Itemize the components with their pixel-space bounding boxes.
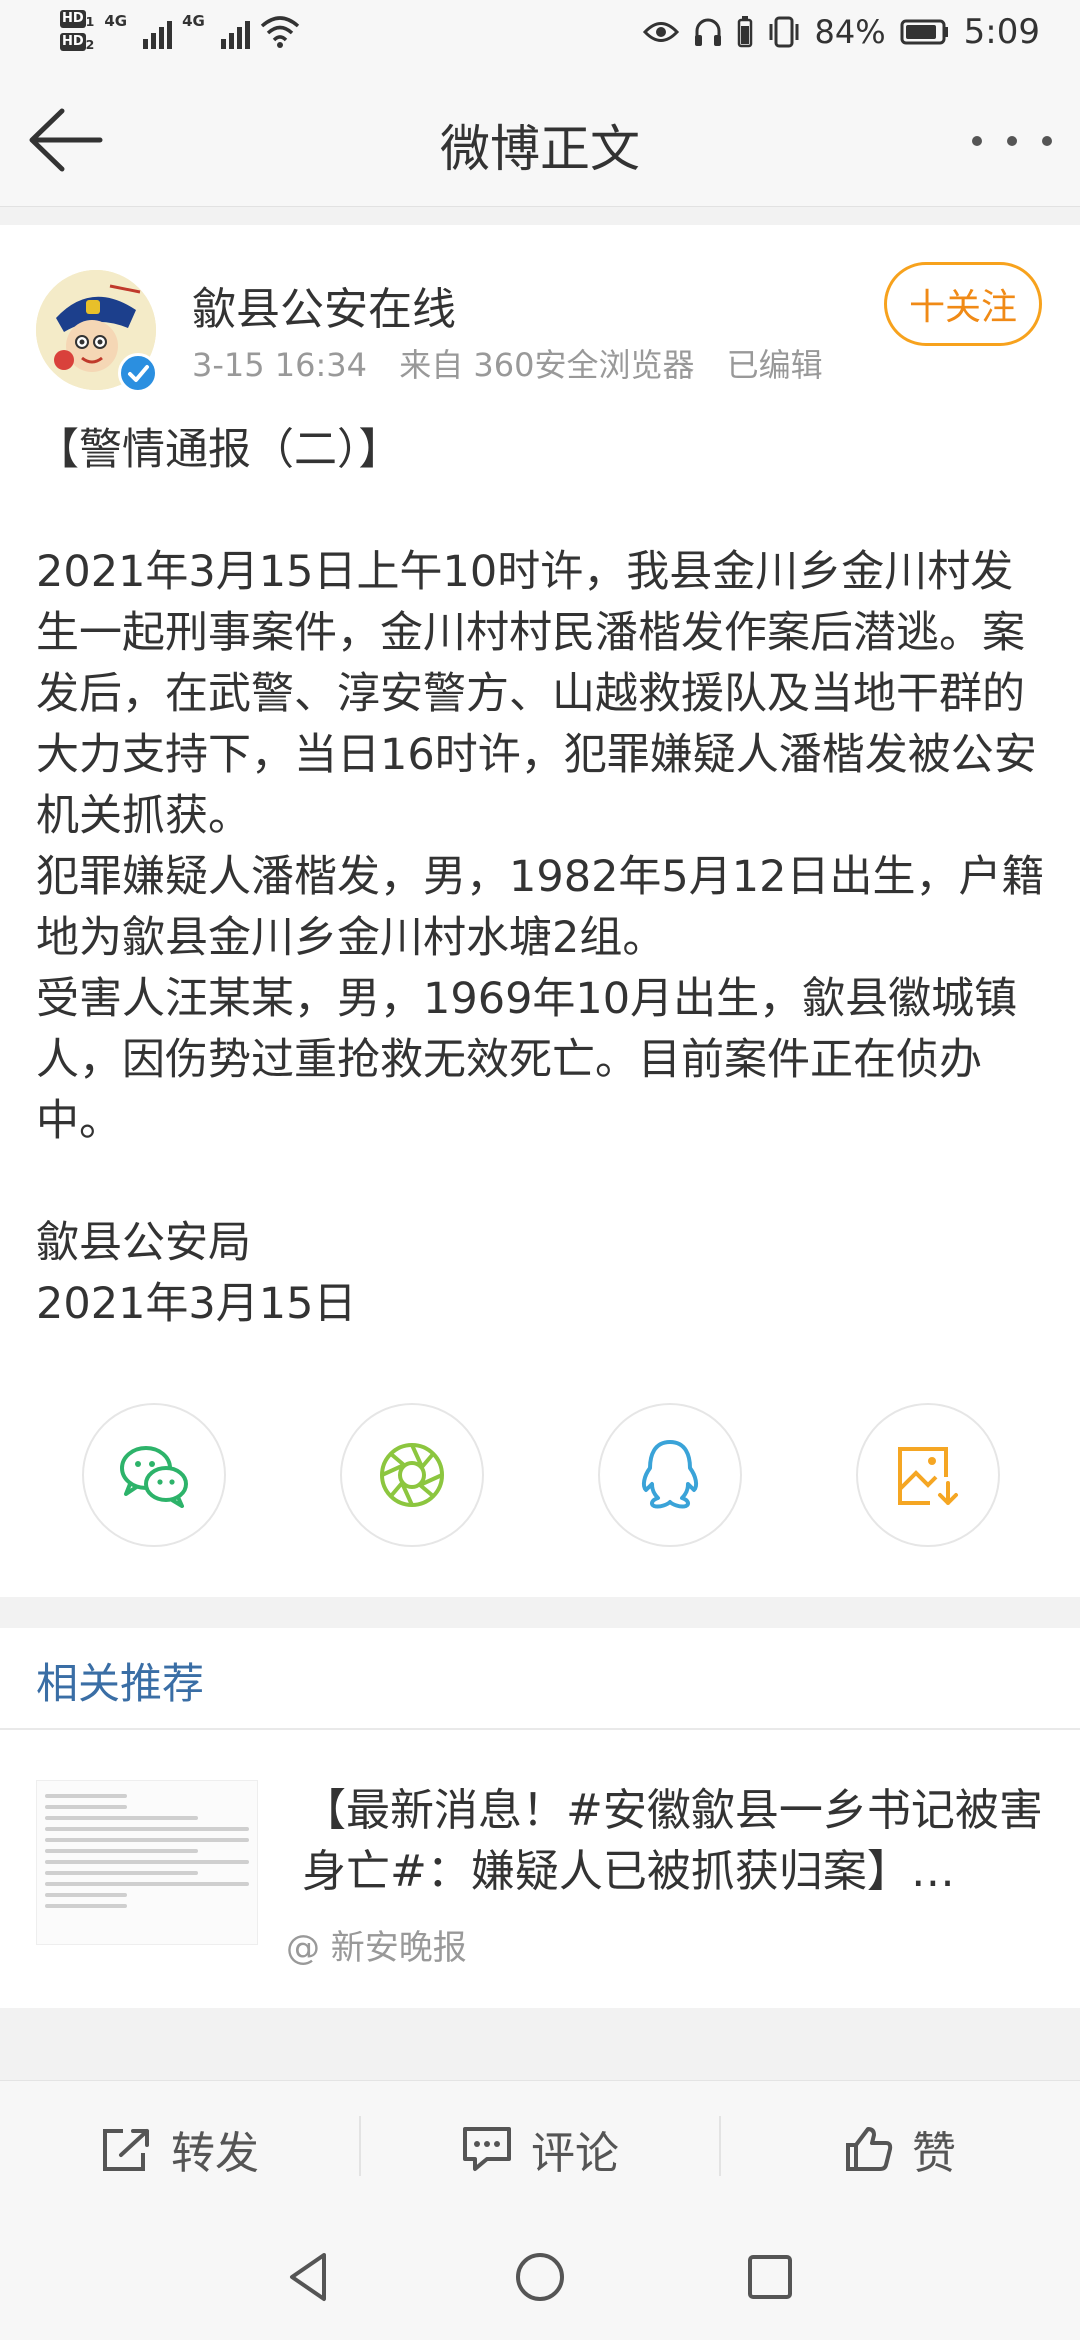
follow-button[interactable]: 十关注 bbox=[884, 262, 1042, 346]
post-paragraph: 2021年3月15日 bbox=[36, 1279, 357, 1329]
network-type-1: 4G bbox=[104, 12, 128, 30]
signal-icon bbox=[143, 13, 173, 49]
related-thumbnail bbox=[36, 1780, 258, 1945]
related-title: 相关推荐 bbox=[36, 1659, 205, 1708]
share-qq-button[interactable] bbox=[598, 1403, 742, 1547]
eye-icon bbox=[642, 22, 679, 42]
battery-percent: 84% bbox=[814, 13, 886, 51]
post-card: 歙县公安在线 3-15 16:34 来自 360安全浏览器 已编辑 十关注 【警… bbox=[0, 225, 1080, 1597]
post-paragraph: 【警情通报（二）】 bbox=[36, 425, 402, 475]
qq-icon bbox=[641, 1440, 699, 1509]
hd1-label: HD bbox=[60, 10, 86, 28]
post-paragraph bbox=[36, 1152, 1056, 1213]
clock: 5:09 bbox=[963, 12, 1040, 52]
status-bar: HD 1 HD 2 4G 4G 84% 5:09 bbox=[0, 0, 1080, 75]
post-paragraph: 歙县公安局 bbox=[36, 1218, 251, 1268]
more-dot-icon bbox=[1042, 136, 1052, 146]
post-meta: 3-15 16:34 来自 360安全浏览器 已编辑 bbox=[192, 340, 845, 386]
battery-icon bbox=[900, 19, 948, 45]
save-image-button[interactable] bbox=[856, 1403, 1000, 1547]
edited-label[interactable]: 已编辑 bbox=[727, 346, 823, 384]
repost-icon bbox=[103, 2128, 149, 2171]
headphones-icon bbox=[694, 18, 721, 46]
nav-back-icon[interactable] bbox=[278, 2245, 342, 2309]
comment-icon bbox=[463, 2126, 511, 2171]
post-time: 3-15 16:34 bbox=[192, 346, 368, 384]
wechat-icon bbox=[120, 1446, 188, 1508]
post-body: 【警情通报（二）】 2021年3月15日上午10时许，我县金川乡金川村发生一起刑… bbox=[36, 420, 1056, 1335]
system-nav-bar bbox=[0, 2215, 1080, 2340]
share-moments-button[interactable] bbox=[340, 1403, 484, 1547]
verified-badge-icon bbox=[118, 353, 158, 393]
related-source[interactable]: @ 新安晚报 bbox=[286, 1920, 467, 1969]
moments-icon bbox=[380, 1443, 444, 1507]
page-title: 微博正文 bbox=[440, 120, 640, 178]
more-dot-icon bbox=[1007, 136, 1017, 146]
hd2-label: HD bbox=[60, 33, 86, 51]
related-headline[interactable]: 【最新消息！#安徽歙县一乡书记被害身亡#：嫌疑人已被抓获归案】… bbox=[302, 1780, 1050, 1902]
thumbs-up-icon bbox=[846, 2126, 893, 2171]
save-image-icon bbox=[898, 1447, 958, 1505]
like-button[interactable]: 赞 bbox=[720, 2081, 1080, 2216]
action-bar: 转发 评论 赞 bbox=[0, 2080, 1080, 2215]
share-row bbox=[0, 1403, 1080, 1553]
post-paragraph bbox=[36, 481, 1056, 542]
signal-icon-2 bbox=[220, 13, 250, 49]
repost-button[interactable]: 转发 bbox=[0, 2081, 360, 2216]
comment-label: 评论 bbox=[531, 2127, 619, 2179]
author-name[interactable]: 歙县公安在线 bbox=[192, 273, 456, 337]
related-section: 相关推荐 【最新消息！#安徽歙县一乡书记被害身亡#：嫌疑人已被抓获归案】… @ … bbox=[0, 1628, 1080, 2008]
battery-small-icon bbox=[737, 16, 752, 48]
nav-home-icon[interactable] bbox=[508, 2245, 572, 2309]
network-type-2: 4G bbox=[182, 12, 205, 30]
post-paragraph: 2021年3月15日上午10时许，我县金川乡金川村发生一起刑事案件，金川村村民潘… bbox=[36, 547, 1037, 841]
share-wechat-button[interactable] bbox=[82, 1403, 226, 1547]
post-source[interactable]: 来自 360安全浏览器 bbox=[399, 346, 694, 384]
post-paragraph: 犯罪嫌疑人潘楷发，男，1982年5月12日出生，户籍地为歙县金川乡金川村水塘2组… bbox=[36, 852, 1045, 963]
comment-button[interactable]: 评论 bbox=[360, 2081, 720, 2216]
post-paragraph: 受害人汪某某，男，1969年10月出生，歙县徽城镇人，因伤势过重抢救无效死亡。目… bbox=[36, 974, 1018, 1146]
hd-indicators: HD 1 HD 2 bbox=[60, 10, 95, 52]
wifi-icon bbox=[260, 16, 300, 48]
related-item[interactable]: 【最新消息！#安徽歙县一乡书记被害身亡#：嫌疑人已被抓获归案】… @ 新安晚报 bbox=[0, 1730, 1080, 2008]
like-label: 赞 bbox=[912, 2127, 956, 2179]
more-dot-icon bbox=[972, 136, 982, 146]
nav-header: 微博正文 bbox=[0, 75, 1080, 207]
status-left: HD 1 HD 2 4G 4G bbox=[60, 8, 300, 54]
vibrate-icon bbox=[769, 16, 799, 48]
more-button[interactable] bbox=[972, 111, 1052, 171]
nav-recents-icon[interactable] bbox=[738, 2245, 802, 2309]
status-right: 84% 5:09 bbox=[642, 12, 1040, 52]
repost-label: 转发 bbox=[171, 2127, 259, 2179]
